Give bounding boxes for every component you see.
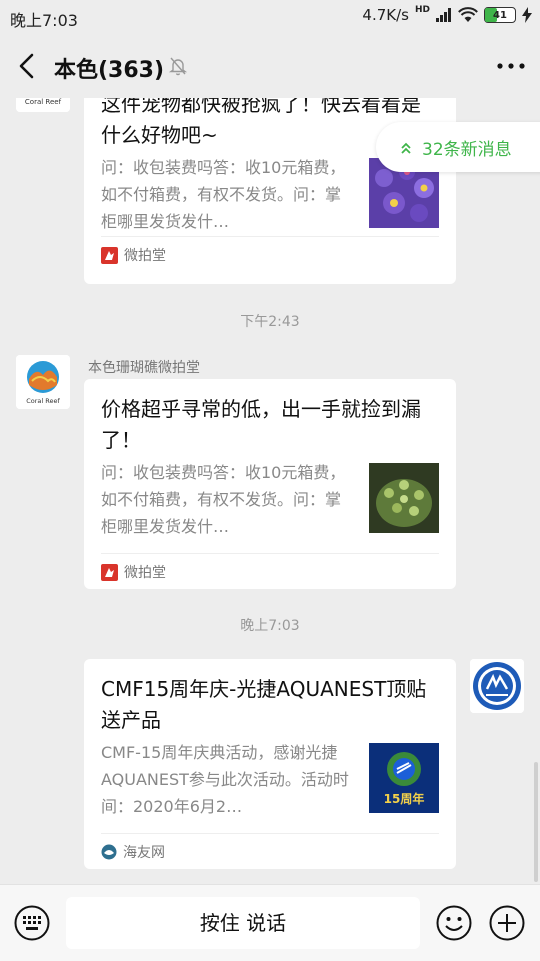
scrollbar[interactable] (534, 762, 538, 882)
card-divider (101, 833, 439, 834)
status-bar: 晚上7:03 4.7K/s HD 41 (0, 0, 540, 34)
network-speed: 4.7K/s (362, 6, 409, 24)
card-description: 问：收包装费吗答：收10元箱费，如不付箱费，有权不发货。问：掌柜哪里发货发什… (101, 463, 346, 536)
card-divider (101, 236, 439, 237)
haiyou-logo-icon (101, 844, 117, 860)
keyboard-icon[interactable] (14, 905, 50, 941)
plus-icon[interactable] (489, 905, 525, 941)
weipaitang-logo-icon (101, 563, 118, 581)
source-name: 微拍堂 (124, 565, 166, 581)
card-description: CMF-15周年庆典活动，感谢光捷AQUANEST参与此次活动。活动时间：202… (101, 743, 349, 816)
status-icons: 4.7K/s HD 41 (362, 5, 532, 24)
new-messages-label: 32条新消息 (422, 140, 512, 160)
chat-header: 本色(363) (0, 34, 540, 98)
sender-name: 本色珊瑚礁微拍堂 (88, 360, 200, 376)
new-messages-button[interactable]: 32条新消息 (376, 122, 540, 172)
hd-badge: HD (414, 5, 430, 15)
link-card[interactable]: CMF15周年庆-光捷AQUANEST顶贴送产品 CMF-15周年庆典活动，感谢… (84, 659, 456, 869)
emoji-icon[interactable] (436, 905, 472, 941)
source-name: 海友网 (123, 845, 165, 861)
sender-avatar[interactable]: Coral Reef (16, 355, 70, 409)
double-chevron-up-icon (401, 142, 411, 154)
message-timestamp: 下午2:43 (240, 314, 300, 330)
weipaitang-logo-icon (101, 246, 118, 264)
svg-text:15周年: 15周年 (384, 791, 425, 806)
link-card[interactable]: 价格超乎寻常的低，出一手就捡到漏了！ 问：收包装费吗答：收10元箱费，如不付箱费… (84, 379, 456, 589)
status-time: 晚上7:03 (10, 11, 78, 30)
card-divider (101, 553, 439, 554)
charging-icon (522, 7, 532, 23)
svg-text:Coral Reef: Coral Reef (25, 98, 62, 106)
cell-signal-icon (436, 8, 451, 22)
battery-icon: 41 (484, 7, 516, 23)
chat-messages[interactable]: Coral Reef 这件宠物都快被抢疯了！快去看看是什么好物吧~ 问：收包装费… (0, 98, 540, 884)
back-arrow-icon[interactable] (14, 52, 40, 80)
card-title: CMF15周年庆-光捷AQUANEST顶贴送产品 (101, 677, 427, 732)
more-options-icon[interactable] (496, 56, 526, 76)
card-source: 海友网 (101, 842, 165, 862)
message-timestamp: 晚上7:03 (240, 618, 300, 634)
muted-bell-icon (168, 57, 188, 76)
card-thumbnail: 15周年 (369, 743, 439, 813)
svg-text:Coral Reef: Coral Reef (26, 397, 60, 405)
card-source: 微拍堂 (101, 562, 166, 582)
sender-avatar[interactable]: Coral Reef (16, 98, 70, 112)
card-description: 问：收包装费吗答：收10元箱费，如不付箱费，有权不发货。问：掌柜哪里发货发什… (101, 158, 346, 231)
card-title: 价格超乎寻常的低，出一手就捡到漏了！ (101, 397, 421, 452)
my-avatar[interactable] (470, 659, 524, 713)
wifi-icon (458, 7, 478, 22)
hold-to-talk-button[interactable]: 按住 说话 (66, 897, 420, 949)
chat-title: 本色(363) (54, 58, 165, 83)
source-name: 微拍堂 (124, 248, 166, 264)
card-source: 微拍堂 (101, 245, 166, 265)
card-thumbnail (369, 463, 439, 533)
input-bar: 按住 说话 (0, 884, 540, 961)
